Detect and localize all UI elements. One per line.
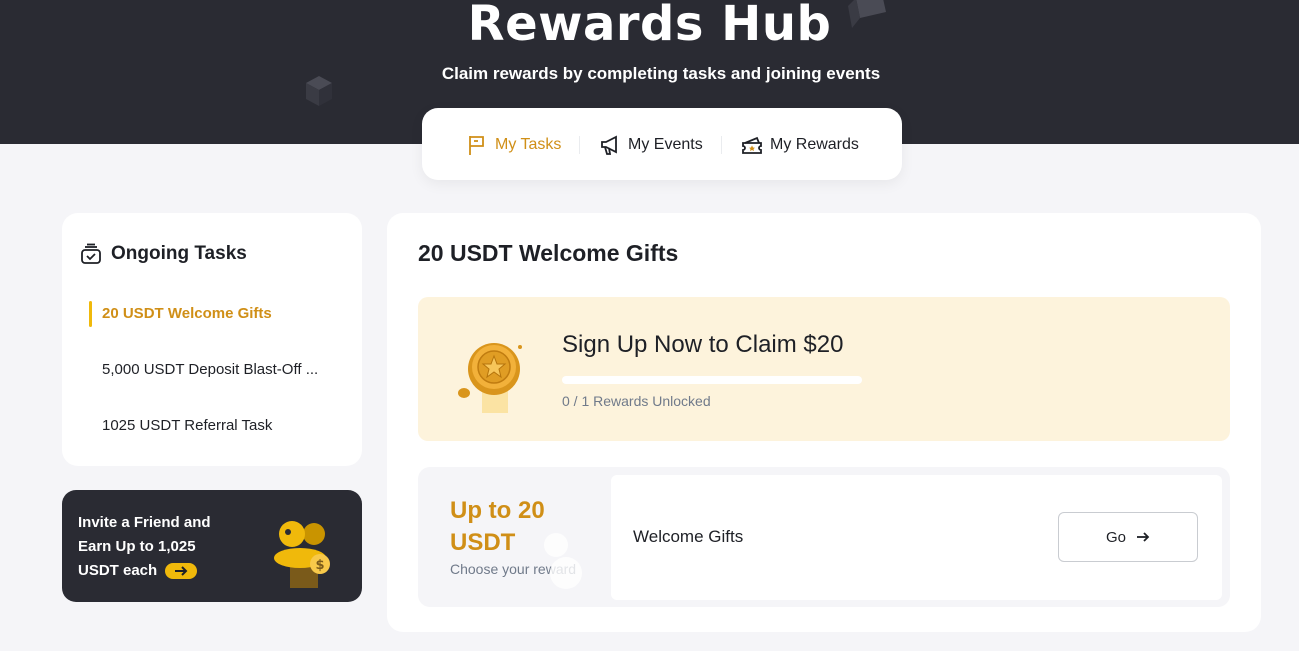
- svg-text:$: $: [315, 558, 324, 573]
- task-title: 20 USDT Welcome Gifts: [418, 240, 679, 266]
- ongoing-tasks-heading: Ongoing Tasks: [80, 243, 247, 265]
- tab-divider: [579, 136, 580, 154]
- tab-label: My Tasks: [495, 136, 562, 153]
- tab-divider: [721, 136, 722, 154]
- arrow-right-icon: [1137, 532, 1150, 542]
- page-title: Rewards Hub: [467, 0, 832, 52]
- invite-friends-icon: $: [274, 521, 330, 588]
- gift-watermark-icon: [544, 533, 582, 589]
- flag-icon: [469, 136, 484, 155]
- task-list-icon: [81, 243, 101, 264]
- active-indicator: [89, 301, 92, 327]
- invite-text: Invite a Friend and Earn Up to 1,025 USD…: [78, 514, 211, 580]
- tab-my-events[interactable]: My Events: [599, 132, 703, 158]
- megaphone-icon: [601, 135, 617, 155]
- tab-label: My Rewards: [770, 136, 859, 153]
- reward-detail: Welcome Gifts Go: [611, 475, 1222, 600]
- tab-my-rewards[interactable]: My Rewards: [741, 132, 859, 158]
- tab-bar: My Tasks My Events My Rewards: [422, 108, 902, 180]
- claim-banner: Sign Up Now to Claim $20 0 / 1 Rewards U…: [418, 297, 1230, 441]
- invite-friend-banner[interactable]: Invite a Friend and Earn Up to 1,025 USD…: [62, 490, 362, 602]
- reward-name: Welcome Gifts: [633, 527, 744, 546]
- rewards-unlocked-status: 0 / 1 Rewards Unlocked: [562, 393, 711, 409]
- tab-my-tasks[interactable]: My Tasks: [466, 132, 561, 158]
- arrow-right-icon: [165, 563, 198, 580]
- ongoing-tasks-panel: Ongoing Tasks 20 USDT Welcome Gifts 5,00…: [62, 213, 362, 466]
- rewards-progress-bar: [562, 376, 862, 384]
- gold-coin-icon: [458, 343, 522, 413]
- sidebar-item-referral-task[interactable]: 1025 USDT Referral Task: [102, 417, 342, 434]
- claim-title: Sign Up Now to Claim $20: [562, 331, 844, 358]
- reward-option: Up to 20 USDT Choose your reward Welcome…: [418, 467, 1230, 607]
- tab-label: My Events: [628, 136, 703, 153]
- sidebar-item-deposit-blast-off[interactable]: 5,000 USDT Deposit Blast-Off ...: [102, 361, 342, 378]
- sidebar-item-welcome-gifts[interactable]: 20 USDT Welcome Gifts: [102, 305, 342, 322]
- ticket-icon: [742, 136, 762, 154]
- go-button[interactable]: Go: [1058, 512, 1198, 562]
- task-detail-panel: 20 USDT Welcome Gifts Sign Up Now to Cla…: [387, 213, 1261, 632]
- page-subtitle: Claim rewards by completing tasks and jo…: [441, 64, 881, 83]
